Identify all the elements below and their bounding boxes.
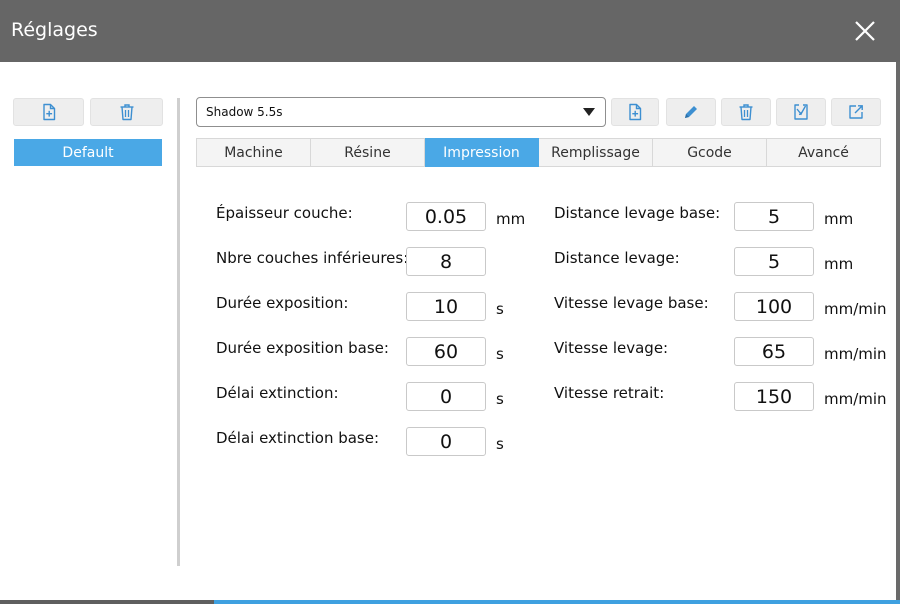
trash-icon bbox=[120, 104, 133, 121]
exposure-time-unit: s bbox=[496, 300, 504, 318]
bottom-layers-input[interactable] bbox=[406, 247, 486, 276]
profile-item-label: Default bbox=[62, 144, 114, 161]
bottom-exposure-time-unit: s bbox=[496, 345, 504, 363]
tab-label: Impression bbox=[443, 144, 520, 161]
bottom-layers-label: Nbre couches inférieures: bbox=[216, 249, 409, 267]
lift-speed-unit: mm/min bbox=[824, 345, 887, 363]
chevron-down-icon bbox=[583, 108, 595, 116]
bottom-lift-speed-input[interactable] bbox=[734, 292, 814, 321]
tab-label: Gcode bbox=[687, 144, 732, 161]
edit-machine-button[interactable] bbox=[666, 98, 716, 126]
delete-machine-button[interactable] bbox=[721, 98, 771, 126]
retract-speed-input[interactable] bbox=[734, 382, 814, 411]
tab-label: Machine bbox=[224, 144, 283, 161]
machine-select-value: Shadow 5.5s bbox=[206, 105, 283, 119]
machine-select[interactable]: Shadow 5.5s bbox=[196, 97, 606, 127]
add-machine-button[interactable] bbox=[611, 98, 659, 126]
exposure-time-input[interactable] bbox=[406, 292, 486, 321]
bottom-exposure-time-input[interactable] bbox=[406, 337, 486, 366]
tab-impression[interactable]: Impression bbox=[425, 138, 539, 167]
import-icon bbox=[794, 104, 808, 120]
file-plus-icon bbox=[42, 103, 55, 121]
delete-profile-button[interactable] bbox=[90, 98, 163, 126]
exposure-time-label: Durée exposition: bbox=[216, 294, 349, 312]
layer-thickness-label: Épaisseur couche: bbox=[216, 204, 353, 222]
import-button[interactable] bbox=[776, 98, 826, 126]
window-title: Réglages bbox=[11, 19, 98, 41]
tab-gcode[interactable]: Gcode bbox=[653, 138, 767, 167]
export-button[interactable] bbox=[831, 98, 881, 126]
bottom-light-off-delay-unit: s bbox=[496, 435, 504, 453]
tab-resine[interactable]: Résine bbox=[311, 138, 425, 167]
window-frame-right bbox=[896, 62, 900, 604]
export-icon bbox=[849, 105, 863, 119]
light-off-delay-unit: s bbox=[496, 390, 504, 408]
lift-distance-label: Distance levage: bbox=[554, 249, 680, 267]
retract-speed-unit: mm/min bbox=[824, 390, 887, 408]
add-profile-button[interactable] bbox=[13, 98, 84, 126]
bottom-lift-speed-unit: mm/min bbox=[824, 300, 887, 318]
layer-thickness-unit: mm bbox=[496, 210, 526, 228]
bottom-lift-distance-input[interactable] bbox=[734, 202, 814, 231]
tab-remplissage[interactable]: Remplissage bbox=[539, 138, 653, 167]
title-bar: Réglages bbox=[0, 0, 900, 62]
close-button[interactable] bbox=[848, 14, 882, 48]
close-icon bbox=[855, 21, 875, 41]
file-plus-icon bbox=[629, 103, 642, 121]
tab-label: Avancé bbox=[798, 144, 849, 161]
tab-machine[interactable]: Machine bbox=[196, 138, 311, 167]
tab-label: Résine bbox=[344, 144, 391, 161]
panel-divider bbox=[177, 98, 180, 566]
light-off-delay-label: Délai extinction: bbox=[216, 384, 339, 402]
profile-item-default[interactable]: Default bbox=[14, 139, 162, 166]
bottom-light-off-delay-input[interactable] bbox=[406, 427, 486, 456]
lift-distance-input[interactable] bbox=[734, 247, 814, 276]
window-frame-accent bbox=[214, 600, 900, 604]
retract-speed-label: Vitesse retrait: bbox=[554, 384, 665, 402]
bottom-lift-speed-label: Vitesse levage base: bbox=[554, 294, 709, 312]
trash-icon bbox=[739, 104, 753, 121]
lift-speed-input[interactable] bbox=[734, 337, 814, 366]
lift-speed-label: Vitesse levage: bbox=[554, 339, 669, 357]
light-off-delay-input[interactable] bbox=[406, 382, 486, 411]
tab-avance[interactable]: Avancé bbox=[767, 138, 881, 167]
bottom-lift-distance-label: Distance levage base: bbox=[554, 204, 721, 222]
layer-thickness-input[interactable] bbox=[406, 202, 486, 231]
bottom-light-off-delay-label: Délai extinction base: bbox=[216, 429, 380, 447]
pencil-icon bbox=[685, 106, 697, 118]
bottom-exposure-time-label: Durée exposition base: bbox=[216, 339, 389, 357]
bottom-lift-distance-unit: mm bbox=[824, 210, 854, 228]
settings-tabs: Machine Résine Impression Remplissage Gc… bbox=[196, 138, 881, 167]
lift-distance-unit: mm bbox=[824, 255, 854, 273]
tab-label: Remplissage bbox=[551, 144, 640, 161]
